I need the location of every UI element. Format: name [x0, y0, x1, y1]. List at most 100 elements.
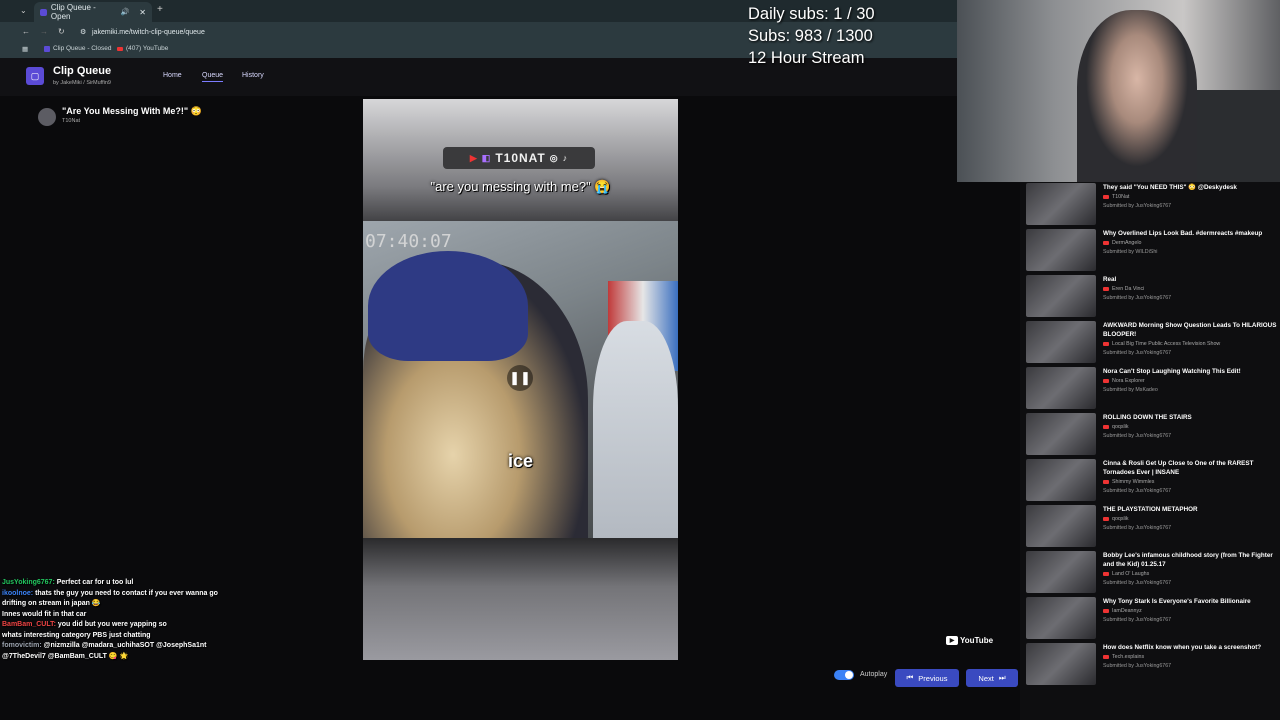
- next-button[interactable]: Next ⏭: [966, 669, 1018, 687]
- queue-item-title: ROLLING DOWN THE STAIRS: [1103, 414, 1192, 421]
- webcam-streamer: [1077, 10, 1197, 182]
- bookmark-clip-queue[interactable]: Clip Queue - Closed: [44, 45, 112, 52]
- chat-text: thats the guy you need to contact if you…: [2, 589, 218, 608]
- next-label: Next: [978, 673, 994, 683]
- queue-item-author: IamDeannyz: [1103, 608, 1142, 614]
- queue-item[interactable]: Why Overlined Lips Look Bad. #dermreacts…: [1020, 228, 1280, 274]
- youtube-logo[interactable]: ▶ YouTube: [946, 636, 993, 645]
- queue-item[interactable]: Nora Can't Stop Laughing Watching This E…: [1020, 366, 1280, 412]
- queue-item[interactable]: Bobby Lee's infamous childhood story (fr…: [1020, 550, 1280, 596]
- queue-item[interactable]: How does Netflix know when you take a sc…: [1020, 642, 1280, 688]
- next-icon: ⏭: [998, 673, 1006, 682]
- queue-item-title: Why Tony Stark Is Everyone's Favorite Bi…: [1103, 598, 1251, 605]
- youtube-icon: [1103, 572, 1109, 576]
- queue-item-author: Nora Explorer: [1103, 378, 1145, 384]
- queue-item-author-name: Eren Da Vinci: [1112, 286, 1145, 292]
- instagram-icon: ◎: [549, 152, 559, 163]
- chat-username: BamBam_CULT:: [2, 621, 56, 628]
- video-caption: "are you messing with me?" 😭: [363, 179, 678, 195]
- chat-message: whats interesting category PBS just chat…: [2, 631, 222, 642]
- back-icon[interactable]: ←: [22, 27, 30, 36]
- queue-item[interactable]: They said "You NEED THIS" 😳 @Deskydesk T…: [1020, 182, 1280, 228]
- queue-thumbnail: [1026, 367, 1096, 409]
- queue-thumbnail: [1026, 643, 1096, 685]
- queue-item-author-name: Land O' Laughs: [1112, 571, 1150, 577]
- channel-avatar: [38, 108, 56, 126]
- sub-goal: Subs: 983 / 1300: [748, 27, 873, 45]
- youtube-icon: [117, 46, 123, 51]
- channel-tag: T10NAT: [495, 151, 546, 165]
- apps-icon[interactable]: ▦: [22, 45, 28, 53]
- queue-item-author: Tech.explains: [1103, 654, 1144, 660]
- tab-title: Clip Queue - Open: [50, 3, 96, 21]
- queue-item-submitter: Submitted by JusYoking6767: [1103, 617, 1172, 623]
- social-handle-bar: ▶ ◧ T10NAT ◎ ♪: [443, 147, 595, 169]
- clip-title-text: "Are You Messing With Me?!": [62, 106, 189, 116]
- video-player[interactable]: ▶ ◧ T10NAT ◎ ♪ "are you messing with me?…: [363, 99, 678, 660]
- clip-title: "Are You Messing With Me?!" 😳: [62, 106, 202, 117]
- person-right: [593, 321, 678, 538]
- queue-item-author-name: Tech.explains: [1112, 654, 1145, 660]
- chat-text: whats interesting category PBS just chat…: [2, 631, 151, 639]
- queue-item-author: Eren Da Vinci: [1103, 286, 1144, 292]
- tab-audio-icon[interactable]: 🔊: [121, 8, 130, 16]
- youtube-icon: [1103, 342, 1109, 346]
- queue-item-title: How does Netflix know when you take a sc…: [1103, 644, 1262, 651]
- previous-button[interactable]: ⏮ Previous: [895, 669, 959, 687]
- queue-item-title: Why Overlined Lips Look Bad. #dermreacts…: [1103, 230, 1263, 237]
- youtube-icon: [1103, 609, 1109, 613]
- app-logo-icon: ▢: [26, 67, 44, 85]
- video-subtitle-word: ice: [508, 451, 534, 471]
- tab-list-icon[interactable]: ⌄: [20, 6, 27, 15]
- chat-text: Innes would fit in that car: [2, 610, 87, 618]
- pause-icon[interactable]: ❚❚: [507, 365, 533, 391]
- video-caption-text: "are you messing with me?": [430, 179, 591, 194]
- clip-queue-list: They said "You NEED THIS" 😳 @Deskydesk T…: [1020, 182, 1280, 720]
- queue-item-author-name: qoqslik: [1112, 516, 1129, 522]
- nav-home[interactable]: Home: [163, 72, 182, 79]
- queue-item[interactable]: Why Tony Stark Is Everyone's Favorite Bi…: [1020, 596, 1280, 642]
- tab-close-icon[interactable]: ✕: [139, 8, 146, 17]
- chat-message: JusYoking6767: Perfect car for u too lul: [2, 578, 222, 589]
- queue-item[interactable]: Cinna & Rosli Get Up Close to One of the…: [1020, 458, 1280, 504]
- queue-item-author-name: IamDeannyz: [1112, 608, 1142, 614]
- queue-item-author: DermAngelo: [1103, 240, 1141, 246]
- video-bottom-blur: [363, 538, 678, 660]
- daily-subs: Daily subs: 1 / 30: [748, 5, 875, 23]
- queue-item-title: Real: [1103, 276, 1117, 283]
- chat-message: BamBam_CULT: you did but you were yappin…: [2, 620, 222, 631]
- nav-queue[interactable]: Queue: [202, 72, 224, 82]
- queue-thumbnail: [1026, 413, 1096, 455]
- twitch-icon: ◧: [481, 152, 492, 163]
- queue-item-author: Land O' Laughs: [1103, 571, 1149, 577]
- youtube-icon: [1103, 425, 1109, 429]
- url-text: jakemiki.me/twitch-clip-queue/queue: [92, 28, 205, 36]
- stream-stats-overlay: Daily subs: 1 / 30 Subs: 983 / 1300 12 H…: [748, 3, 875, 69]
- reload-icon[interactable]: ↻: [58, 27, 65, 36]
- chat-username: JusYoking6767:: [2, 579, 55, 586]
- nav-history[interactable]: History: [242, 72, 264, 79]
- queue-item[interactable]: AWKWARD Morning Show Question Leads To H…: [1020, 320, 1280, 366]
- site-info-icon[interactable]: ⚙: [80, 28, 86, 36]
- queue-thumbnail: [1026, 459, 1096, 501]
- new-tab-icon[interactable]: +: [157, 4, 163, 15]
- app-byline: by JakeMiki / SirMuffin9: [53, 80, 111, 86]
- queue-item-author: T10Nat: [1103, 194, 1129, 200]
- queue-item[interactable]: THE PLAYSTATION METAPHOR qoqslik Submitt…: [1020, 504, 1280, 550]
- queue-item[interactable]: Real Eren Da Vinci Submitted by JusYokin…: [1020, 274, 1280, 320]
- clip-author: T10Nat: [62, 118, 81, 124]
- queue-thumbnail: [1026, 505, 1096, 547]
- queue-item-submitter: Submitted by MsKadeo: [1103, 387, 1158, 393]
- queue-item-author-name: qoqslik: [1112, 424, 1129, 430]
- bookmark-youtube[interactable]: (407) YouTube: [117, 45, 168, 52]
- emoji-icon: 😳: [190, 106, 202, 116]
- queue-item[interactable]: ROLLING DOWN THE STAIRS qoqslik Submitte…: [1020, 412, 1280, 458]
- youtube-icon: [1103, 480, 1109, 484]
- tab-clip-queue[interactable]: Clip Queue - Open 🔊 ✕: [34, 2, 152, 22]
- address-bar[interactable]: ⚙ jakemiki.me/twitch-clip-queue/queue: [76, 25, 746, 39]
- forward-icon[interactable]: →: [40, 27, 48, 36]
- queue-item-submitter: Submitted by JusYoking6767: [1103, 580, 1172, 586]
- youtube-icon: [1103, 195, 1109, 199]
- queue-item-author-name: Nora Explorer: [1112, 378, 1145, 384]
- queue-item-author: qoqslik: [1103, 516, 1129, 522]
